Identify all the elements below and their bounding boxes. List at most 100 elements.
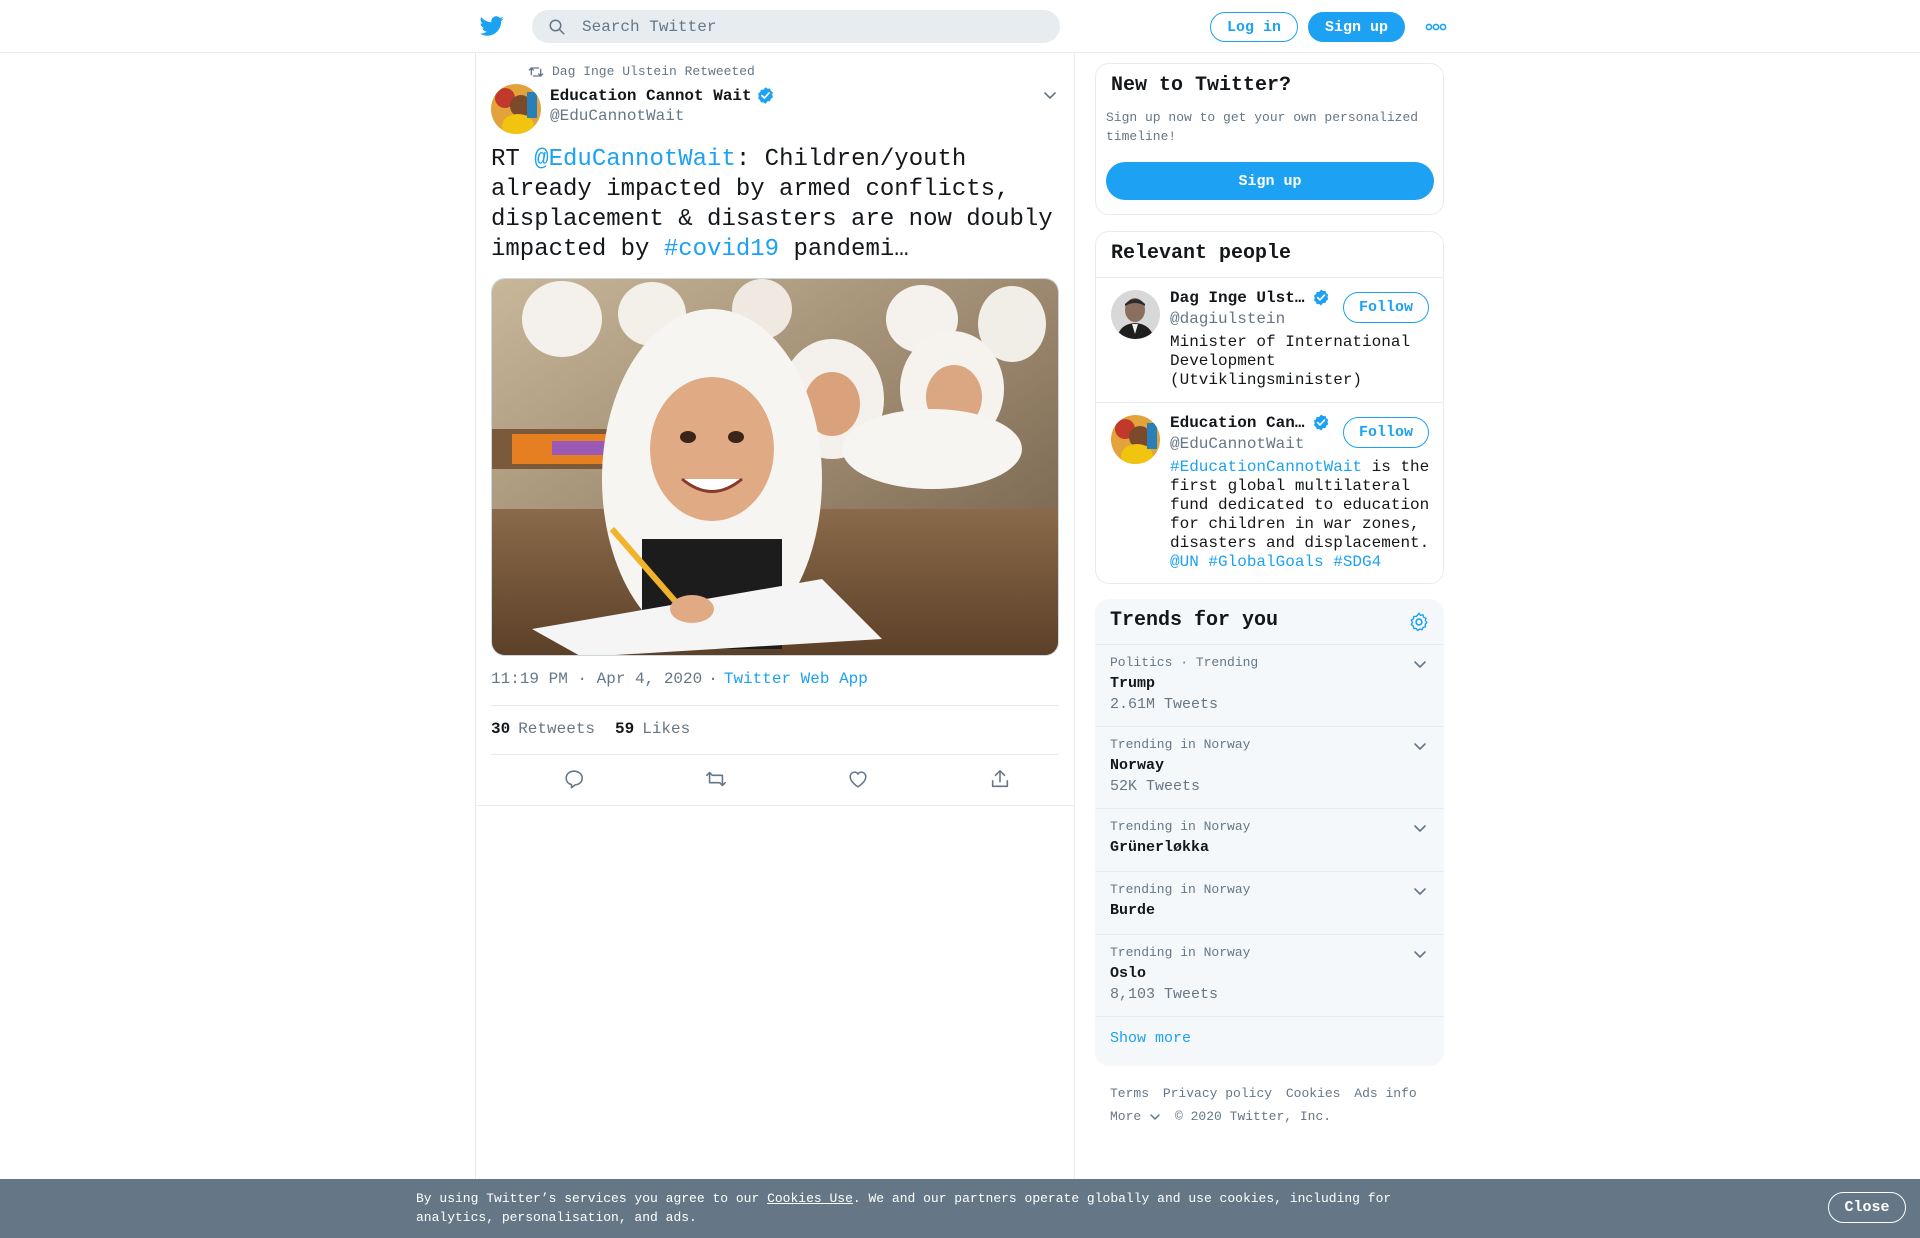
trend-item[interactable]: Politics · Trending Trump 2.61M Tweets <box>1095 644 1444 726</box>
divider <box>491 754 1059 755</box>
tweet-text-prefix: RT <box>491 146 535 173</box>
trend-name[interactable]: Norway <box>1110 757 1164 774</box>
show-more-link[interactable]: Show more <box>1110 1030 1191 1047</box>
tweet-text: RT @EduCannotWait: Children/youth alread… <box>491 145 1063 265</box>
chevron-down-icon[interactable] <box>1413 884 1427 898</box>
twitter-bird-icon[interactable] <box>479 14 505 38</box>
signup-button[interactable]: Sign up <box>1308 12 1405 42</box>
retweets-count: 30 <box>491 720 511 738</box>
person-item[interactable]: Education Cann… @EduCannotWait #Educatio… <box>1096 402 1443 583</box>
tweet-column: Dag Inge Ulstein Retweeted Education Can… <box>475 53 1075 1238</box>
person-name[interactable]: Dag Inge Ulste… <box>1170 288 1330 307</box>
person-handle[interactable]: @dagiulstein <box>1170 310 1285 328</box>
author-name[interactable]: Education Cannot Wait <box>550 86 775 105</box>
likes-label: Likes <box>642 720 691 738</box>
cookie-text: By using Twitter’s services you agree to… <box>416 1189 1416 1227</box>
chevron-down-icon[interactable] <box>1413 821 1427 835</box>
chevron-down-icon[interactable] <box>1413 657 1427 671</box>
person-name-text[interactable]: Education Cann… <box>1170 414 1308 432</box>
search-bar[interactable] <box>532 10 1060 43</box>
trend-name[interactable]: Grünerløkka <box>1110 839 1209 856</box>
more-icon[interactable] <box>1425 20 1447 34</box>
reply-icon[interactable] <box>563 768 585 790</box>
person-avatar[interactable] <box>1111 290 1160 339</box>
trend-item[interactable]: Trending in Norway Grünerløkka <box>1095 808 1444 871</box>
footer-ads-link[interactable]: Ads info <box>1354 1086 1416 1101</box>
cookies-use-link[interactable]: Cookies Use <box>767 1191 853 1206</box>
follow-button[interactable]: Follow <box>1343 292 1429 323</box>
cookie-consent-bar: By using Twitter’s services you agree to… <box>0 1179 1920 1238</box>
search-input[interactable] <box>582 17 1022 36</box>
relevant-people-title: Relevant people <box>1111 242 1292 265</box>
footer-terms-link[interactable]: Terms <box>1110 1086 1149 1101</box>
chevron-down-icon[interactable] <box>1413 947 1427 961</box>
author-avatar[interactable] <box>491 84 541 134</box>
like-icon[interactable] <box>847 768 869 790</box>
sidebar-footer: Terms Privacy policy Cookies Ads info Mo… <box>1110 1082 1440 1128</box>
person-bio: Minister of International Development (U… <box>1170 333 1411 389</box>
trend-context: Politics · Trending <box>1110 655 1259 670</box>
retweets-stat[interactable]: 30 Retweets <box>491 720 595 738</box>
hashtag-link[interactable]: #covid19 <box>664 236 779 263</box>
verified-badge-icon <box>1313 414 1329 431</box>
person-handle[interactable]: @EduCannotWait <box>1170 435 1304 453</box>
trend-context: Trending in Norway <box>1110 819 1251 834</box>
chevron-down-icon[interactable] <box>1413 739 1427 753</box>
footer-more-link[interactable]: More <box>1110 1105 1161 1128</box>
tweet-text-suffix: pandemi… <box>779 236 909 263</box>
footer-more-label[interactable]: More <box>1110 1105 1141 1128</box>
trend-item[interactable]: Trending in Norway Oslo 8,103 Tweets <box>1095 934 1444 1016</box>
follow-button[interactable]: Follow <box>1343 417 1429 448</box>
new-to-twitter-title: New to Twitter? <box>1111 74 1292 97</box>
top-nav-bar: Log in Sign up <box>0 0 1920 53</box>
person-avatar[interactable] <box>1111 415 1160 464</box>
verified-badge-icon <box>1313 289 1329 306</box>
likes-stat[interactable]: 59 Likes <box>615 720 690 738</box>
bio-hashtag-link[interactable]: #EducationCannotWait <box>1170 458 1362 476</box>
relevant-people-card: Relevant people Dag Inge Ulste… @dagiuls… <box>1095 231 1444 584</box>
trend-item[interactable]: Trending in Norway Burde <box>1095 871 1444 934</box>
trend-name[interactable]: Oslo <box>1110 965 1146 982</box>
trend-count: 8,103 Tweets <box>1110 986 1219 1003</box>
bio-links[interactable]: @UN #GlobalGoals #SDG4 <box>1170 553 1381 571</box>
trend-name[interactable]: Burde <box>1110 902 1155 919</box>
tweet-photo[interactable] <box>491 278 1059 656</box>
trend-name[interactable]: Trump <box>1110 675 1155 692</box>
retweet-icon[interactable] <box>705 768 727 790</box>
person-name-text[interactable]: Dag Inge Ulste… <box>1170 289 1308 307</box>
trends-card: Trends for you Politics · Trending Trump… <box>1095 599 1444 1066</box>
footer-cookies-link[interactable]: Cookies <box>1286 1086 1341 1101</box>
sidebar-signup-button[interactable]: Sign up <box>1106 162 1434 200</box>
trend-item[interactable]: Trending in Norway Norway 52K Tweets <box>1095 726 1444 808</box>
verified-badge-icon <box>757 87 773 104</box>
meta-separator: · <box>708 670 718 688</box>
tweet-stats: 30 Retweets 59 Likes <box>491 720 690 738</box>
cookie-close-button[interactable]: Close <box>1828 1192 1906 1223</box>
footer-copyright: © 2020 Twitter, Inc. <box>1175 1109 1332 1124</box>
person-item[interactable]: Dag Inge Ulste… @dagiulstein Minister of… <box>1096 277 1443 402</box>
new-to-twitter-card: New to Twitter? Sign up now to get your … <box>1095 63 1444 215</box>
cookie-text-before: By using Twitter’s services you agree to… <box>416 1191 768 1206</box>
divider <box>476 805 1074 806</box>
retweeted-by-label[interactable]: Dag Inge Ulstein Retweeted <box>552 64 755 79</box>
tweet-timestamp[interactable]: 11:19 PM · Apr 4, 2020 <box>491 670 702 688</box>
share-icon[interactable] <box>989 768 1011 790</box>
tweet-source-link[interactable]: Twitter Web App <box>724 670 868 688</box>
trend-count: 2.61M Tweets <box>1110 696 1219 713</box>
trend-context: Trending in Norway <box>1110 882 1251 897</box>
chevron-down-icon <box>1150 1113 1160 1120</box>
person-name[interactable]: Education Cann… <box>1170 413 1330 432</box>
trend-context: Trending in Norway <box>1110 945 1251 960</box>
gear-icon[interactable] <box>1408 611 1430 633</box>
chevron-down-icon[interactable] <box>1042 87 1058 103</box>
tweet-meta: 11:19 PM · Apr 4, 2020 · Twitter Web App <box>491 670 868 688</box>
footer-privacy-link[interactable]: Privacy policy <box>1163 1086 1272 1101</box>
search-icon <box>549 19 565 34</box>
retweets-label: Retweets <box>518 720 596 738</box>
login-button[interactable]: Log in <box>1210 12 1298 42</box>
mention-link[interactable]: @EduCannotWait <box>534 146 736 173</box>
author-handle[interactable]: @EduCannotWait <box>550 107 684 125</box>
author-name-text[interactable]: Education Cannot Wait <box>550 87 752 105</box>
divider <box>1095 1016 1444 1017</box>
trend-count: 52K Tweets <box>1110 778 1201 795</box>
